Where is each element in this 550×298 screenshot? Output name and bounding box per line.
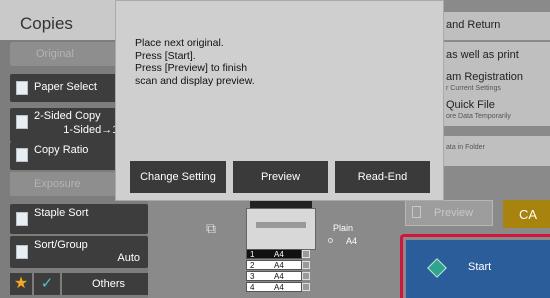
two-sided-value: 1-Sided→1- <box>63 124 122 136</box>
others-label: Others <box>92 278 126 290</box>
favorites-star-icon[interactable]: ★ <box>10 273 32 295</box>
two-sided-label: 2-Sided Copy <box>34 110 101 122</box>
tray-row[interactable]: 4 A4 <box>246 282 302 292</box>
copier-output-tray <box>256 222 306 228</box>
staple-sort-label: Staple Sort <box>34 207 89 219</box>
dialog-message-line: Place next original. <box>135 37 224 49</box>
paper-icon <box>16 81 28 95</box>
program-registration-label: am Registration <box>446 71 524 83</box>
read-end-button[interactable]: Read-End <box>335 161 430 193</box>
dialog-message: Place next original. Press [Start]. Pres… <box>135 37 255 87</box>
change-setting-button[interactable]: Change Setting <box>130 161 226 193</box>
paper-info: Plain A4 <box>333 222 357 248</box>
tray-number: 1 <box>250 250 255 259</box>
sort-group-value: Auto <box>117 252 140 264</box>
quick-file-sub: ore Data Temporarily <box>446 113 511 120</box>
folder-button[interactable]: ata in Folder <box>432 136 550 166</box>
paper-size: A4 <box>346 236 358 246</box>
start-icon <box>427 258 447 278</box>
checkmark-icon[interactable]: ✓ <box>34 273 60 295</box>
quick-file-button[interactable]: Quick File ore Data Temporarily <box>432 94 550 126</box>
tray-number: 4 <box>250 283 255 292</box>
paper-type: Plain <box>333 223 354 233</box>
paper-select-label: Paper Select <box>34 81 97 93</box>
dialog-message-line: scan and display preview. <box>135 74 255 87</box>
tray-paper: A4 <box>274 272 284 281</box>
start-label: Start <box>468 261 492 273</box>
dialog-message-line: Press [Preview] to finish <box>135 62 248 74</box>
copier-body <box>246 208 316 250</box>
start-button[interactable]: Start <box>406 240 550 298</box>
tray-row[interactable]: 3 A4 <box>246 271 302 281</box>
copier-illustration <box>246 198 316 250</box>
original-label: Original <box>36 48 74 60</box>
return-button[interactable]: and Return <box>432 12 550 40</box>
staple-icon <box>16 212 28 226</box>
tray-indicator-icon <box>302 272 310 280</box>
copy-ratio-icon <box>16 148 28 162</box>
next-original-dialog: Place next original. Press [Start]. Pres… <box>115 0 444 201</box>
clear-all-button[interactable]: CA <box>503 200 550 228</box>
preview-side-button[interactable]: Preview <box>405 200 493 226</box>
tray-paper: A4 <box>274 250 284 259</box>
staple-sort-button[interactable]: Staple Sort <box>10 204 148 234</box>
copy-ratio-label: Copy Ratio <box>34 144 89 156</box>
tray-indicator-icon <box>302 283 310 291</box>
tray-row[interactable]: 1 A4 <box>246 249 302 259</box>
preview-side-label: Preview <box>434 207 474 219</box>
return-label: and Return <box>446 19 501 31</box>
tray-paper: A4 <box>274 283 284 292</box>
sort-group-label: Sort/Group <box>34 239 88 251</box>
dialog-message-line: Press [Start]. <box>135 49 196 62</box>
sort-group-button[interactable]: Sort/Group Auto <box>10 236 148 268</box>
tray-number: 2 <box>250 261 255 270</box>
originals-icon: ⧉ <box>206 220 216 236</box>
sort-group-icon <box>16 245 28 259</box>
folder-sub: ata in Folder <box>446 144 485 151</box>
clear-all-label: CA <box>519 207 538 222</box>
tray-indicator-icon <box>302 250 310 258</box>
preview-icon <box>412 206 421 218</box>
tray-indicator-icon <box>302 261 310 269</box>
program-registration-sub: r Current Settings <box>446 85 501 92</box>
exposure-label: Exposure <box>34 178 81 190</box>
tray-paper: A4 <box>274 261 284 270</box>
bypass-tray-icon <box>328 238 333 243</box>
tray-number: 3 <box>250 272 255 281</box>
two-sided-icon <box>16 115 28 129</box>
quick-file-label: Quick File <box>446 99 495 111</box>
preview-button[interactable]: Preview <box>233 161 328 193</box>
tray-row[interactable]: 2 A4 <box>246 260 302 270</box>
others-button[interactable]: Others <box>62 273 148 295</box>
as-well-as-print-label: as well as print <box>446 49 519 61</box>
